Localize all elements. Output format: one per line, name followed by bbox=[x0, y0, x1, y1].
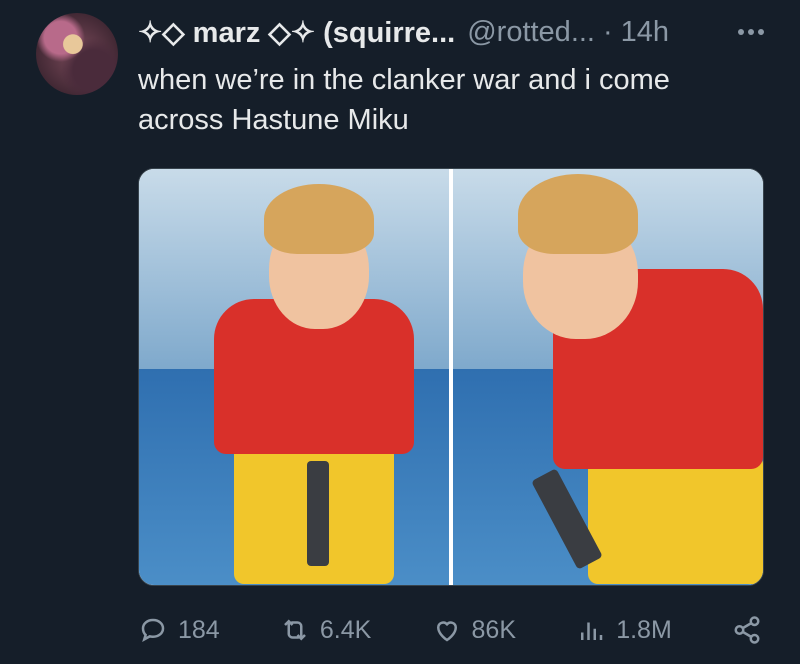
media-image-left bbox=[139, 169, 449, 585]
like-icon bbox=[436, 621, 457, 642]
like-button[interactable]: 86K bbox=[432, 615, 516, 645]
user-handle[interactable]: @rotted... bbox=[467, 16, 595, 49]
tweet-text: when we’re in the clanker war and i come… bbox=[138, 64, 670, 136]
more-icon[interactable] bbox=[738, 12, 764, 52]
reply-icon bbox=[141, 618, 165, 642]
action-bar: 184 6.4K 86K 1.8M bbox=[138, 604, 762, 656]
timestamp[interactable]: 14h bbox=[621, 16, 669, 49]
share-icon bbox=[734, 616, 760, 644]
repost-icon bbox=[284, 619, 306, 641]
repost-count: 6.4K bbox=[319, 615, 372, 644]
display-name[interactable]: ✧◇ marz ◇✧ (squirre... bbox=[138, 15, 455, 50]
media-image-right bbox=[453, 169, 763, 585]
repost-button[interactable]: 6.4K bbox=[280, 615, 371, 645]
like-count: 86K bbox=[471, 615, 517, 644]
views-button[interactable]: 1.8M bbox=[576, 615, 672, 645]
share-button[interactable] bbox=[732, 615, 762, 645]
views-icon bbox=[581, 622, 603, 640]
avatar[interactable] bbox=[36, 13, 118, 95]
tweet-media[interactable] bbox=[138, 168, 764, 586]
reply-button[interactable]: 184 bbox=[138, 615, 220, 645]
separator-dot: · bbox=[603, 15, 613, 48]
tweet-header: ✧◇ marz ◇✧ (squirre... @rotted... · 14h bbox=[138, 12, 764, 52]
views-count: 1.8M bbox=[616, 615, 672, 644]
reply-count: 184 bbox=[178, 615, 220, 644]
